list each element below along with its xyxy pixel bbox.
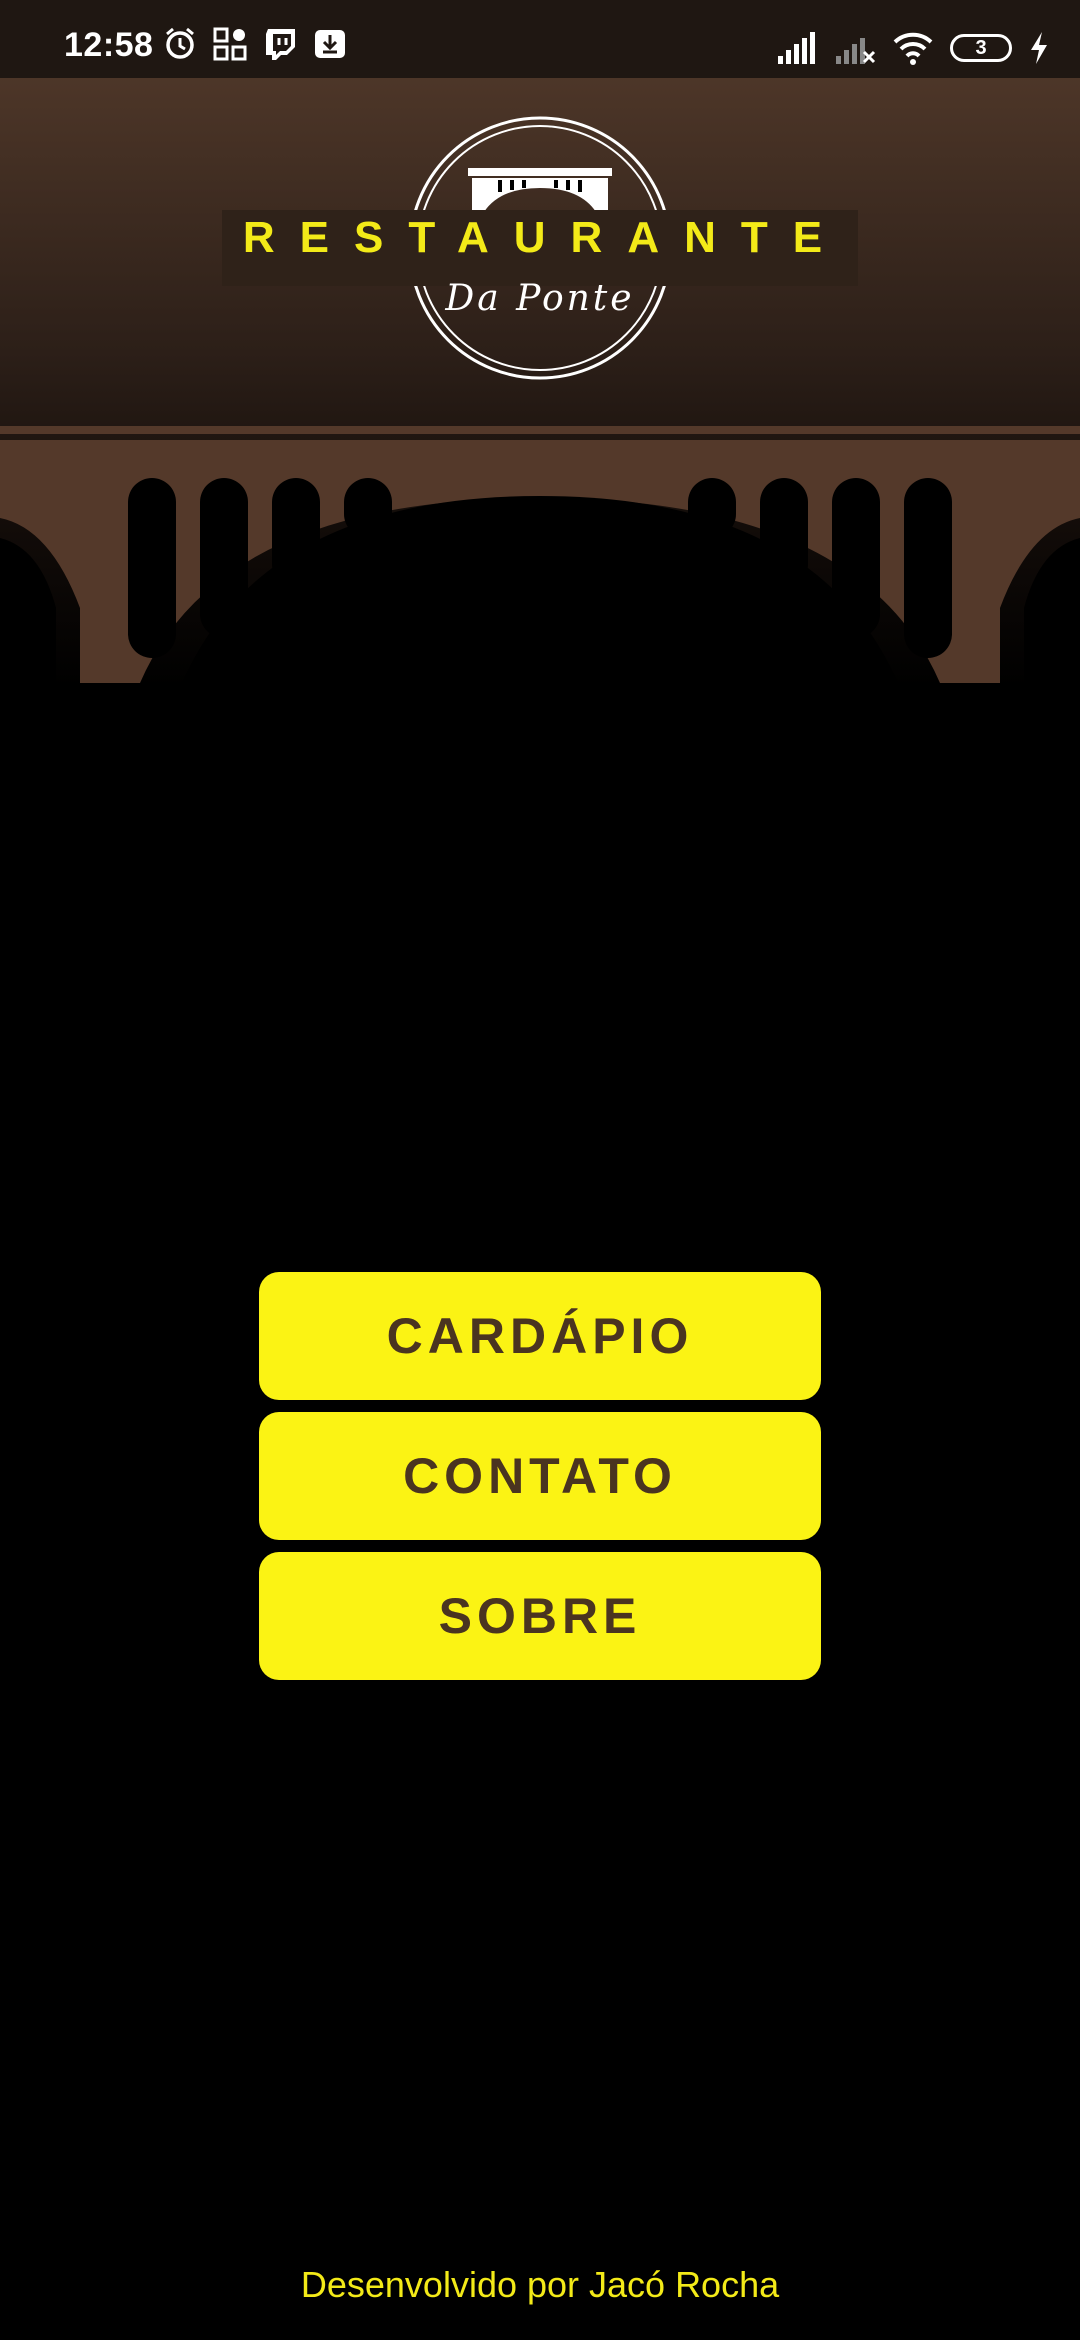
charging-icon [1028,30,1050,66]
status-left-icons [162,26,348,70]
battery-icon: 3 [950,34,1012,62]
sobre-button[interactable]: SOBRE [259,1552,821,1680]
download-icon [312,26,348,70]
alarm-icon [162,26,198,70]
status-bar: 12:58 3 [0,0,1080,78]
logo-title: RESTAURANTE [242,213,848,262]
qr-grid-icon [212,26,248,70]
signal-no-service-icon [834,30,876,66]
twitch-icon [262,26,298,70]
cardapio-button[interactable]: CARDÁPIO [259,1272,821,1400]
header-banner [0,78,1080,688]
signal-icon [776,30,818,66]
status-time: 12:58 [64,26,154,64]
developer-credit: Desenvolvido por Jacó Rocha [300,2264,780,2305]
contato-button[interactable]: CONTATO [259,1412,821,1540]
wifi-icon [892,30,934,66]
status-right-icons: 3 [776,26,1050,70]
bridge-illustration [0,426,1080,688]
logo-subtitle: Da Ponte [445,278,635,319]
